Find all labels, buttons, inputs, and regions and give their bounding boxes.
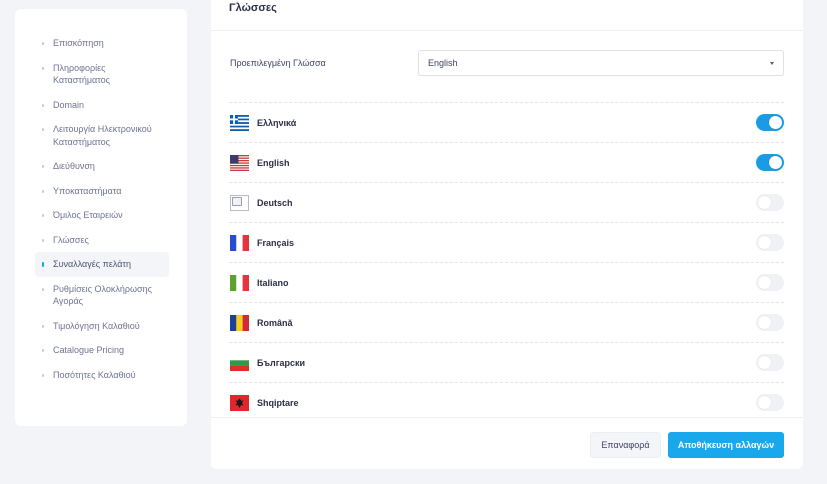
bullet-icon [42,262,44,267]
bulgaria-flag-icon [230,354,249,371]
language-row-bulgarian: Български [229,343,784,383]
sidebar-item-languages[interactable]: Γλώσσες [35,228,169,253]
default-language-value: English [428,58,458,68]
sidebar-item-cart-pricing[interactable]: Τιμολόγηση Καλαθιού [35,314,169,339]
bullet-icon [42,66,44,70]
language-list: Ελληνικά English Deutsch Français Italia… [229,102,784,423]
sidebar-item-label: Ποσότητες Καλαθιού [53,369,136,380]
save-button[interactable]: Αποθήκευση αλλαγών [668,432,784,458]
sidebar-item-address[interactable]: Διεύθυνση [35,154,169,179]
bullet-icon [42,128,44,131]
language-name: English [257,157,290,168]
language-name: Română [257,317,293,328]
sidebar-item-label: Επισκόπηση [53,38,104,48]
toggle-knob [758,396,771,409]
sidebar-item-label: Συναλλαγές πελάτη [53,259,131,269]
bullet-icon [42,287,44,291]
sidebar-item-label: Catalogue Pricing [53,345,125,355]
broken-image-icon [230,194,249,211]
bullet-icon [42,238,44,242]
language-toggle[interactable] [756,154,784,171]
sidebar-item-label: Διεύθυνση [53,161,95,171]
bullet-icon [42,103,44,107]
bullet-icon [42,189,44,193]
sidebar-item-checkout-settings[interactable]: Ρυθμίσεις Ολοκλήρωσης Αγοράς [35,277,169,314]
bullet-icon [42,42,44,45]
page-title: Γλώσσες [229,2,277,14]
romania-flag-icon [230,314,249,331]
sidebar-item-catalogue-pricing[interactable]: Catalogue Pricing [35,338,169,363]
toggle-knob [758,236,771,249]
toggle-knob [769,156,782,169]
sidebar-item-label: Γλώσσες [53,234,89,245]
greece-flag-icon [230,114,249,131]
language-toggle[interactable] [756,194,784,211]
card-footer: Επαναφορά Αποθήκευση αλλαγών [211,417,803,469]
language-name: Français [257,237,295,248]
bullet-icon [42,214,44,217]
language-row-romana: Română [229,303,784,343]
language-toggle[interactable] [756,314,784,331]
language-name: Shqiptare [257,398,299,408]
bullet-icon [42,165,44,168]
bullet-icon [42,349,44,352]
language-name: Italiano [257,277,289,288]
toggle-knob [769,116,782,129]
sidebar-item-eshop-mode[interactable]: Λειτουργία Ηλεκτρονικού Καταστήματος [35,117,169,154]
language-row-greek: Ελληνικά [229,103,784,143]
language-toggle[interactable] [756,394,784,411]
bullet-icon [42,373,44,377]
sidebar-item-label: Όμιλος Εταιρειών [53,210,123,220]
bullet-icon [42,324,44,328]
card-header: Γλώσσες [211,0,803,31]
sidebar-item-label: Τιμολόγηση Καλαθιού [53,320,140,331]
sidebar-item-cart-quantities[interactable]: Ποσότητες Καλαθιού [35,363,169,388]
sidebar-item-label: Υποκαταστήματα [53,185,122,196]
language-row-francais: Français [229,223,784,263]
sidebar-item-branches[interactable]: Υποκαταστήματα [35,179,169,204]
sidebar-item-label: Ρυθμίσεις Ολοκλήρωσης Αγοράς [53,283,152,307]
language-toggle[interactable] [756,274,784,291]
default-language-row: Προεπιλεγμένη Γλώσσα English [230,50,784,76]
language-row-italiano: Italiano [229,263,784,303]
reset-button[interactable]: Επαναφορά [590,432,661,458]
toggle-knob [758,196,771,209]
sidebar-item-label: Πληροφορίες Καταστήματος [53,62,111,86]
language-toggle[interactable] [756,114,784,131]
language-toggle[interactable] [756,354,784,371]
usa-flag-icon [230,154,249,171]
language-row-english: English [229,143,784,183]
france-flag-icon [230,234,249,251]
language-name: Български [257,357,306,368]
chevron-down-icon [770,62,774,65]
italy-flag-icon [230,274,249,291]
language-toggle[interactable] [756,234,784,251]
toggle-knob [758,276,771,289]
toggle-knob [758,316,771,329]
sidebar-item-company-group[interactable]: Όμιλος Εταιρειών [35,203,169,228]
settings-nav: Επισκόπηση Πληροφορίες Καταστήματος Doma… [15,9,187,387]
sidebar-item-customer-transactions[interactable]: Συναλλαγές πελάτη [35,252,169,277]
language-name: Ελληνικά [257,117,297,128]
sidebar-item-domain[interactable]: Domain [35,93,169,118]
language-row-deutsch: Deutsch [229,183,784,223]
settings-sidebar: Επισκόπηση Πληροφορίες Καταστήματος Doma… [15,9,187,426]
language-name: Deutsch [257,197,293,208]
sidebar-item-label: Domain [53,99,85,110]
languages-card: Γλώσσες Προεπιλεγμένη Γλώσσα English Ελλ… [211,0,803,469]
sidebar-item-overview[interactable]: Επισκόπηση [35,31,169,56]
sidebar-item-label: Λειτουργία Ηλεκτρονικού Καταστήματος [53,124,152,147]
default-language-label: Προεπιλεγμένη Γλώσσα [230,58,326,68]
default-language-select[interactable]: English [418,50,784,76]
toggle-knob [758,356,771,369]
albania-flag-icon [230,395,249,411]
sidebar-item-store-info[interactable]: Πληροφορίες Καταστήματος [35,56,169,93]
